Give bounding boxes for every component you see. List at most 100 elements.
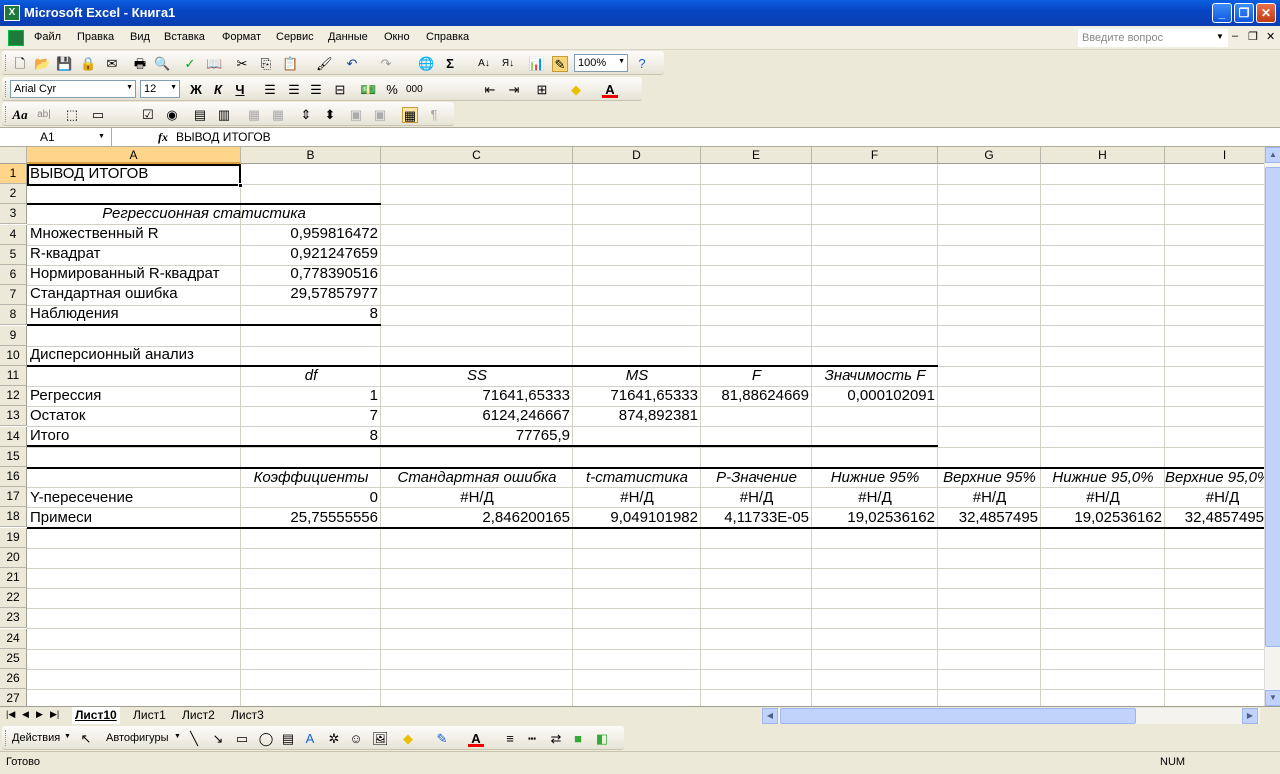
horizontal-scrollbar[interactable]: ◀ ▶: [762, 708, 1260, 724]
menu-insert[interactable]: Вставка: [164, 31, 205, 43]
combo-box-icon[interactable]: ▥: [216, 107, 232, 123]
cell-b18[interactable]: 25,75555556: [241, 508, 381, 528]
email-icon[interactable]: ✉: [104, 56, 120, 72]
row-header-27[interactable]: 27: [0, 689, 27, 706]
help-icon[interactable]: ?: [634, 56, 650, 72]
cell-b4[interactable]: 0,959816472: [241, 224, 381, 244]
tab-sheet3[interactable]: Лист3: [228, 707, 267, 724]
row-header-1[interactable]: 1: [0, 164, 27, 184]
diagram-icon[interactable]: ✲: [326, 731, 342, 747]
row-header-13[interactable]: 13: [0, 406, 27, 426]
decrease-indent-icon[interactable]: ⇤: [482, 82, 498, 98]
menu-view[interactable]: Вид: [130, 31, 150, 43]
autosum-icon[interactable]: Σ: [442, 56, 458, 72]
cell-i18[interactable]: 32,4857495: [1165, 508, 1264, 528]
cell-c18[interactable]: 2,846200165: [381, 508, 573, 528]
drawing-icon[interactable]: ✎: [552, 56, 568, 72]
copy-icon[interactable]: ⎘: [258, 56, 274, 72]
cell-g18[interactable]: 32,4857495: [938, 508, 1041, 528]
combo-dropdown-edit-icon[interactable]: ▦: [270, 107, 286, 123]
minimize-button[interactable]: _: [1212, 3, 1232, 23]
row-header-18[interactable]: 18: [0, 507, 27, 527]
format-painter-icon[interactable]: 🖌: [316, 56, 333, 72]
cell-d18[interactable]: 9,049101982: [573, 508, 701, 528]
print-preview-icon[interactable]: 🔍: [154, 56, 170, 72]
font-name-select[interactable]: Arial Cyr ▼: [10, 80, 136, 98]
row-header-21[interactable]: 21: [0, 568, 27, 588]
permission-icon[interactable]: 🔒: [80, 56, 96, 72]
cell-f18[interactable]: 19,02536162: [812, 508, 938, 528]
cell-b11[interactable]: df: [241, 366, 381, 386]
formula-input[interactable]: ВЫВОД ИТОГОВ: [176, 130, 271, 144]
column-header-c[interactable]: C: [381, 147, 573, 164]
column-header-b[interactable]: B: [241, 147, 381, 164]
row-header-17[interactable]: 17: [0, 487, 27, 507]
row-header-16[interactable]: 16: [0, 467, 27, 487]
cell-g16[interactable]: Верхние 95%: [938, 468, 1041, 488]
menu-file[interactable]: Файл: [34, 31, 61, 43]
chevron-down-icon[interactable]: ▼: [1216, 32, 1224, 41]
scroll-up-button[interactable]: ▲: [1265, 147, 1280, 163]
percent-button[interactable]: %: [384, 82, 400, 98]
scroll-down-button[interactable]: ▼: [1265, 690, 1280, 706]
row-header-11[interactable]: 11: [0, 366, 27, 386]
column-header-a[interactable]: A: [27, 147, 241, 164]
maximize-button[interactable]: ❐: [1234, 3, 1254, 23]
cell-d17[interactable]: #Н/Д: [573, 488, 701, 508]
cell-e11[interactable]: F: [701, 366, 812, 386]
column-header-d[interactable]: D: [573, 147, 701, 164]
oval-icon[interactable]: ◯: [258, 731, 274, 747]
row-header-24[interactable]: 24: [0, 629, 27, 649]
select-all-corner[interactable]: [0, 147, 27, 164]
column-header-e[interactable]: E: [701, 147, 812, 164]
merge-center-icon[interactable]: ⊟: [332, 82, 348, 98]
cell-e12[interactable]: 81,88624669: [701, 386, 812, 406]
row-header-23[interactable]: 23: [0, 608, 27, 628]
cell-h17[interactable]: #Н/Д: [1041, 488, 1165, 508]
cell-b12[interactable]: 1: [241, 386, 381, 406]
cell-h16[interactable]: Нижние 95,0%: [1041, 468, 1165, 488]
thousands-button[interactable]: 000: [406, 82, 423, 98]
3d-style-icon[interactable]: ◧: [594, 731, 610, 747]
cell-a6[interactable]: Нормированный R-квадрат: [27, 264, 241, 284]
align-left-icon[interactable]: ☰: [262, 82, 278, 98]
cell-i16[interactable]: Верхние 95,0%: [1165, 468, 1264, 488]
tab-sheet1[interactable]: Лист1: [130, 707, 169, 724]
line-style-icon[interactable]: ≡: [502, 731, 518, 747]
column-header-i[interactable]: I: [1165, 147, 1264, 164]
active-cell-selection[interactable]: [27, 164, 243, 188]
menu-edit[interactable]: Правка: [77, 31, 114, 43]
tab-sheet2[interactable]: Лист2: [179, 707, 218, 724]
group-box-icon[interactable]: ⬚: [64, 107, 80, 123]
undo-icon[interactable]: ↶: [344, 56, 360, 72]
row-header-14[interactable]: 14: [0, 427, 27, 447]
row-header-22[interactable]: 22: [0, 588, 27, 608]
row-header-2[interactable]: 2: [0, 184, 27, 204]
workbook-icon[interactable]: [8, 30, 24, 46]
chevron-down-icon[interactable]: ▼: [174, 733, 181, 740]
rectangle-icon[interactable]: ▭: [234, 731, 250, 747]
excel-app-icon[interactable]: X: [4, 5, 20, 21]
edit-box-icon[interactable]: ab|: [36, 107, 52, 123]
row-header-12[interactable]: 12: [0, 386, 27, 406]
hyperlink-icon[interactable]: 🌐: [418, 56, 434, 72]
cell-a4[interactable]: Множественный R: [27, 224, 241, 244]
toggle-grid-icon[interactable]: ▦: [402, 107, 418, 123]
column-header-h[interactable]: H: [1041, 147, 1165, 164]
cell-g17[interactable]: #Н/Д: [938, 488, 1041, 508]
clipart-icon[interactable]: ☺: [348, 731, 364, 747]
new-icon[interactable]: 🗋: [12, 56, 28, 72]
cell-b7[interactable]: 29,57857977: [241, 284, 381, 304]
row-header-19[interactable]: 19: [0, 528, 27, 548]
mdi-minimize-button[interactable]: –: [1232, 30, 1238, 42]
draw-actions-menu[interactable]: Действия: [12, 732, 60, 744]
line-color-icon[interactable]: ✎: [434, 731, 450, 747]
row-header-6[interactable]: 6: [0, 265, 27, 285]
arrow-icon[interactable]: ↘: [210, 731, 226, 747]
open-icon[interactable]: 📂: [34, 56, 50, 72]
cell-f11[interactable]: Значимость F: [812, 366, 938, 386]
select-objects-icon[interactable]: ↖: [78, 731, 94, 747]
checkbox-tool-icon[interactable]: ☑: [140, 107, 156, 123]
cell-a13[interactable]: Остаток: [27, 406, 241, 426]
sort-ascending-icon[interactable]: А↓: [476, 56, 492, 72]
